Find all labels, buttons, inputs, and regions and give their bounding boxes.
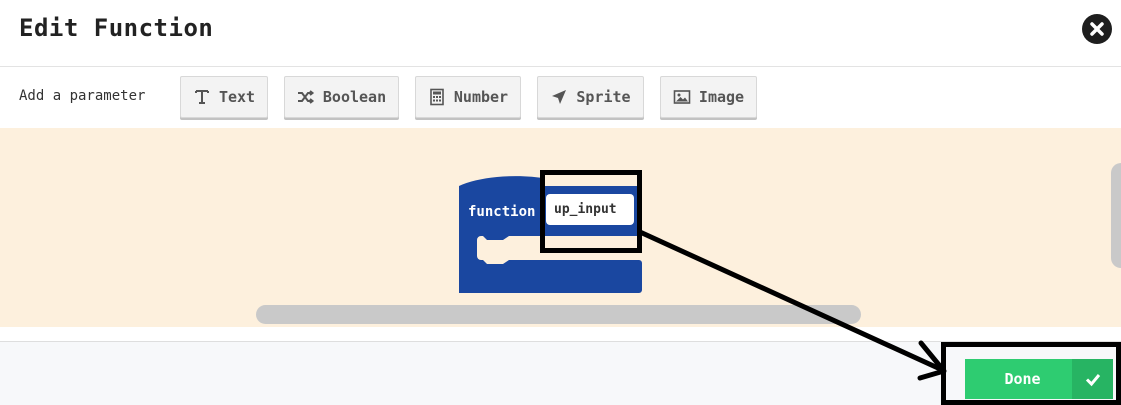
shuffle-icon bbox=[297, 88, 315, 106]
add-image-parameter-button[interactable]: Image bbox=[660, 76, 757, 118]
annotation-highlight-box bbox=[941, 342, 1121, 405]
dialog-title: Edit Function bbox=[19, 14, 214, 42]
add-boolean-parameter-button[interactable]: Boolean bbox=[284, 76, 399, 118]
image-icon bbox=[673, 88, 691, 106]
close-icon bbox=[1090, 22, 1104, 36]
add-sprite-parameter-button[interactable]: Sprite bbox=[537, 76, 644, 118]
text-type-icon bbox=[193, 88, 211, 106]
annotation-highlight-box bbox=[540, 170, 642, 253]
horizontal-scrollbar[interactable] bbox=[256, 305, 861, 324]
add-number-parameter-button[interactable]: Number bbox=[415, 76, 521, 118]
add-sprite-parameter-label: Sprite bbox=[576, 88, 631, 106]
function-keyword-label: function bbox=[468, 204, 536, 220]
parameter-toolbar: Add a parameter Text Boolean Number Spri… bbox=[0, 68, 1121, 128]
close-button[interactable] bbox=[1082, 14, 1112, 44]
add-number-parameter-label: Number bbox=[453, 88, 509, 106]
paper-plane-icon bbox=[550, 88, 568, 106]
add-text-parameter-button[interactable]: Text bbox=[180, 76, 268, 118]
add-text-parameter-label: Text bbox=[218, 88, 256, 106]
vertical-scrollbar[interactable] bbox=[1111, 163, 1121, 268]
add-image-parameter-label: Image bbox=[698, 88, 745, 106]
block-workspace[interactable]: function bbox=[0, 128, 1121, 327]
add-parameter-label: Add a parameter bbox=[19, 88, 146, 104]
calculator-icon bbox=[428, 88, 446, 106]
add-boolean-parameter-label: Boolean bbox=[322, 88, 387, 106]
dialog-header: Edit Function bbox=[0, 0, 1121, 67]
